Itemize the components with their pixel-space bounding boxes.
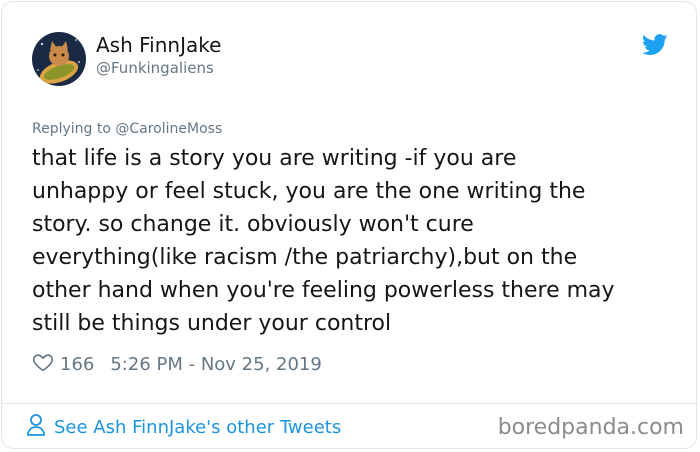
tweet-text: that life is a story you are writing -if…	[32, 146, 615, 336]
author-name[interactable]: Ash FinnJake	[96, 33, 221, 57]
like-count: 166	[60, 353, 95, 375]
see-other-tweets-label: See Ash FinnJake's other Tweets	[54, 416, 342, 438]
heart-icon[interactable]	[32, 351, 60, 378]
author-handle[interactable]: @Funkingaliens	[96, 59, 214, 77]
avatar[interactable]	[32, 32, 86, 86]
timestamp[interactable]: 5:26 PM - Nov 25, 2019	[110, 354, 321, 375]
twitter-bird-icon[interactable]	[641, 34, 668, 56]
divider	[1, 403, 699, 404]
replying-to[interactable]: Replying to @CarolineMoss	[32, 121, 222, 137]
person-icon	[26, 413, 54, 442]
see-other-tweets-link[interactable]: See Ash FinnJake's other Tweets	[26, 413, 341, 441]
watermark: boredpanda.com	[497, 415, 684, 440]
tweet-meta: 166 5:26 PM - Nov 25, 2019	[32, 351, 322, 377]
